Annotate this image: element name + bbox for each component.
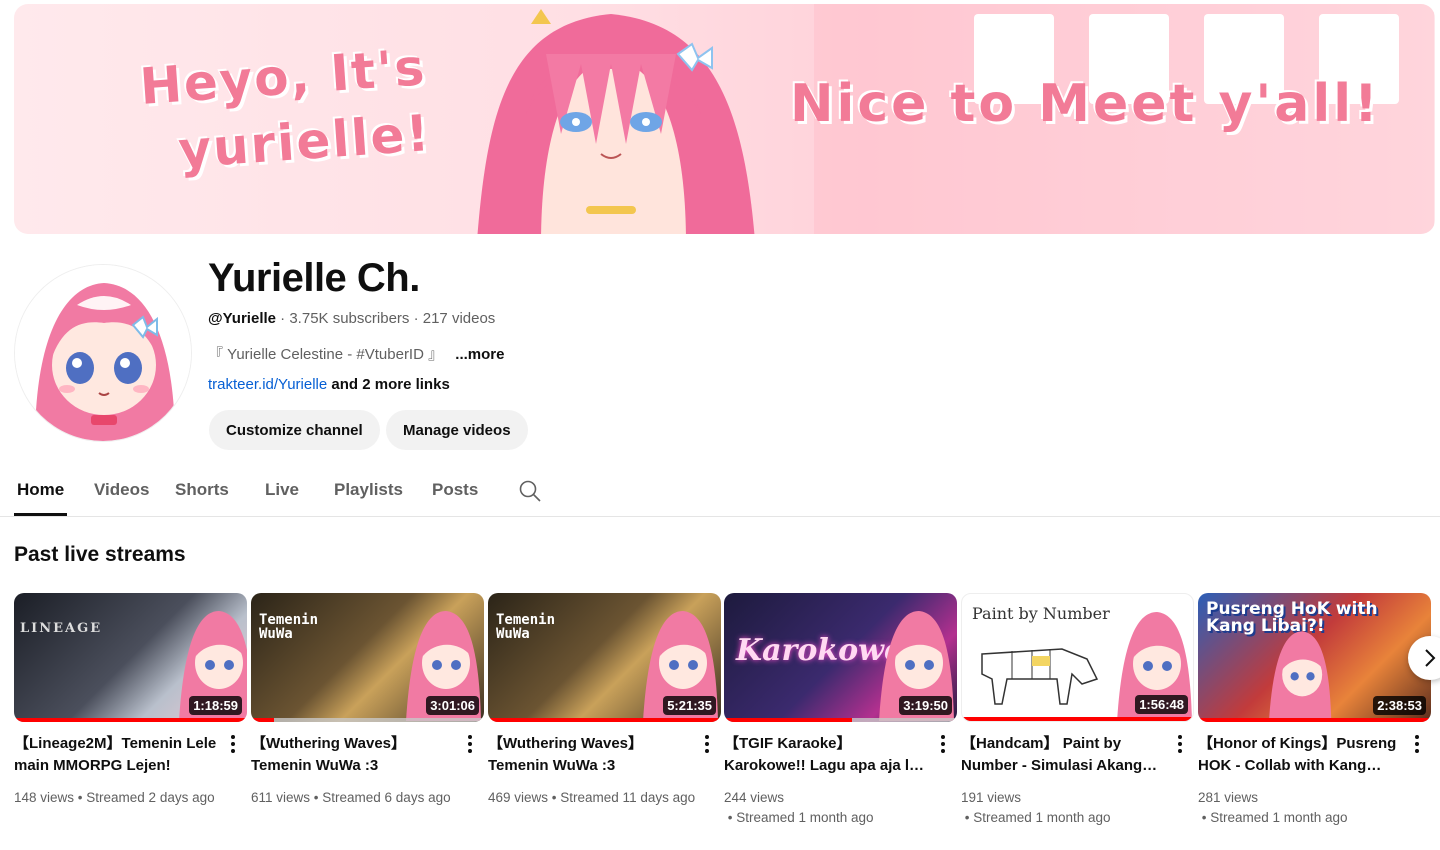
- vtuber-thumbnail-icon: [1268, 631, 1332, 722]
- video-thumbnail[interactable]: Paint by Number 1:56:48: [961, 593, 1194, 722]
- manage-videos-button[interactable]: Manage videos: [386, 410, 528, 450]
- more-vert-icon[interactable]: [1407, 733, 1427, 755]
- video-card[interactable]: Pusreng HoK with Kang Libai?! 2:38:53 【H…: [1198, 593, 1431, 825]
- video-title[interactable]: 【Handcam】 Paint by Number - Simulasi Aka…: [961, 733, 1166, 777]
- watch-progress: [724, 718, 853, 722]
- video-card[interactable]: LINEAGE 1:18:59 【Lineage2M】Temenin Lele …: [14, 593, 247, 805]
- video-meta: 191 views • Streamed 1 month ago: [961, 790, 1111, 825]
- carousel-next-button[interactable]: [1408, 636, 1440, 680]
- video-card[interactable]: Temenin WuWa 5:21:35 【Wuthering Waves】 T…: [488, 593, 721, 805]
- description-more-link[interactable]: ...more: [455, 346, 504, 363]
- more-vert-icon[interactable]: [223, 733, 243, 755]
- thumbnail-text: LINEAGE: [20, 621, 103, 636]
- description-text: 『 Yurielle Celestine - #VtuberID 』: [208, 346, 444, 363]
- video-card[interactable]: Paint by Number 1:56:48 【Handcam】 Paint …: [961, 593, 1194, 825]
- video-meta: 611 views • Streamed 6 days ago: [251, 790, 451, 805]
- channel-links: trakteer.id/Yurielle and 2 more links: [208, 376, 450, 393]
- video-card[interactable]: Temenin WuWa 3:01:06 【Wuthering Waves】 T…: [251, 593, 484, 805]
- video-title[interactable]: 【Honor of Kings】Pusreng HOK - Collab wit…: [1198, 733, 1403, 777]
- video-title[interactable]: 【Wuthering Waves】 Temenin WuWa :3: [488, 733, 693, 777]
- tab-home[interactable]: Home: [17, 480, 64, 500]
- watch-progress: [962, 717, 1193, 721]
- more-vert-icon[interactable]: [697, 733, 717, 755]
- tab-shorts[interactable]: Shorts: [175, 480, 229, 500]
- video-thumbnail[interactable]: Pusreng HoK with Kang Libai?! 2:38:53: [1198, 593, 1431, 722]
- watch-progress: [488, 718, 721, 722]
- active-tab-indicator: [14, 513, 67, 516]
- channel-meta: @Yurielle · 3.75K subscribers · 217 vide…: [208, 310, 496, 327]
- channel-name: Yurielle Ch.: [208, 256, 420, 300]
- video-meta: 281 views • Streamed 1 month ago: [1198, 790, 1348, 825]
- subscriber-count: 3.75K subscribers: [289, 310, 410, 327]
- video-meta: 244 views • Streamed 1 month ago: [724, 790, 874, 825]
- video-thumbnail[interactable]: LINEAGE 1:18:59: [14, 593, 247, 722]
- channel-tabs: Home Videos Shorts Live Playlists Posts: [0, 468, 1440, 517]
- channel-handle: @Yurielle: [208, 310, 276, 327]
- cow-outline-icon: [981, 648, 1099, 705]
- channel-avatar[interactable]: [14, 264, 192, 442]
- banner-welcome: Nice to Meet y'all!: [790, 74, 1381, 134]
- video-title[interactable]: 【TGIF Karaoke】Karokowe!! Lagu apa aja la…: [724, 733, 929, 777]
- video-duration: 3:01:06: [426, 696, 479, 715]
- chevron-right-icon: [1425, 649, 1436, 667]
- search-icon[interactable]: [518, 479, 542, 503]
- thumbnail-text: Temenin WuWa: [496, 612, 556, 642]
- video-thumbnail[interactable]: Karokowe 3:19:50: [724, 593, 957, 722]
- video-title[interactable]: 【Wuthering Waves】 Temenin WuWa :3: [251, 733, 456, 777]
- section-title: Past live streams: [14, 543, 186, 566]
- video-meta: 469 views • Streamed 11 days ago: [488, 790, 696, 805]
- watch-progress: [14, 718, 247, 722]
- banner-character-illustration: [477, 9, 755, 234]
- tab-posts[interactable]: Posts: [432, 480, 478, 500]
- video-count: 217 videos: [422, 310, 496, 327]
- channel-description: 『 Yurielle Celestine - #VtuberID 』 ...mo…: [208, 343, 504, 364]
- video-duration: 1:18:59: [189, 696, 242, 715]
- video-title[interactable]: 【Lineage2M】Temenin Lele main MMORPG Leje…: [14, 733, 219, 777]
- avatar-image: [15, 265, 191, 441]
- video-duration: 2:38:53: [1373, 696, 1426, 715]
- video-duration: 1:56:48: [1135, 695, 1188, 714]
- thumbnail-text: Temenin WuWa: [259, 612, 319, 642]
- more-links-link[interactable]: and 2 more links: [331, 376, 449, 393]
- video-meta: 148 views • Streamed 2 days ago: [14, 790, 215, 805]
- video-card[interactable]: Karokowe 3:19:50 【TGIF Karaoke】Karokowe!…: [724, 593, 957, 825]
- tab-playlists[interactable]: Playlists: [334, 480, 403, 500]
- customize-channel-button[interactable]: Customize channel: [209, 410, 380, 450]
- watch-progress: [251, 718, 275, 722]
- tab-videos[interactable]: Videos: [94, 480, 149, 500]
- video-duration: 5:21:35: [663, 696, 716, 715]
- more-vert-icon[interactable]: [460, 733, 480, 755]
- banner-greeting: Heyo, It's yurielle!: [138, 38, 433, 180]
- more-vert-icon[interactable]: [1170, 733, 1190, 755]
- video-duration: 3:19:50: [899, 696, 952, 715]
- thumbnail-text: Paint by Number: [972, 604, 1110, 623]
- video-thumbnail[interactable]: Temenin WuWa 3:01:06: [251, 593, 484, 722]
- video-thumbnail[interactable]: Temenin WuWa 5:21:35: [488, 593, 721, 722]
- watch-progress: [1198, 718, 1431, 722]
- channel-banner: Heyo, It's yurielle! Nice to Meet y'all!: [14, 4, 1435, 234]
- trakteer-link[interactable]: trakteer.id/Yurielle: [208, 376, 327, 393]
- tab-live[interactable]: Live: [265, 480, 299, 500]
- more-vert-icon[interactable]: [933, 733, 953, 755]
